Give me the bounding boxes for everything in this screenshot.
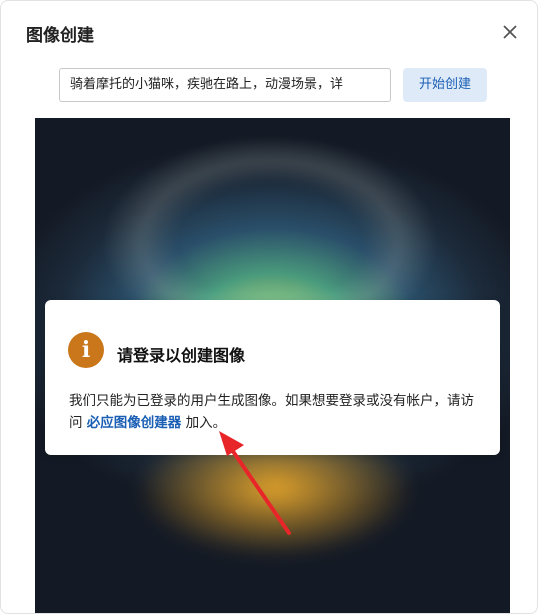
dialog-title: 图像创建 (26, 26, 94, 46)
notice-body: 我们只能为已登录的用户生成图像。如果想要登录或没有帐户，请访问 必应图像创建器 … (69, 390, 479, 434)
bing-image-creator-link[interactable]: 必应图像创建器 (87, 415, 182, 431)
prompt-input[interactable]: 骑着摩托的小猫咪，疾驰在路上，动漫场景，详 (59, 68, 391, 102)
start-create-button[interactable]: 开始创建 (403, 68, 487, 102)
login-required-notice: i 请登录以创建图像 我们只能为已登录的用户生成图像。如果想要登录或没有帐户，请… (45, 300, 500, 455)
close-icon[interactable] (501, 23, 519, 41)
image-creation-dialog: 图像创建 骑着摩托的小猫咪，疾驰在路上，动漫场景，详 开始创建 i 请登录以创建… (0, 0, 538, 614)
info-icon-glyph: i (81, 337, 91, 363)
notice-title: 请登录以创建图像 (117, 346, 246, 365)
info-icon: i (68, 332, 104, 368)
notice-body-suffix: 加入。 (181, 415, 227, 431)
